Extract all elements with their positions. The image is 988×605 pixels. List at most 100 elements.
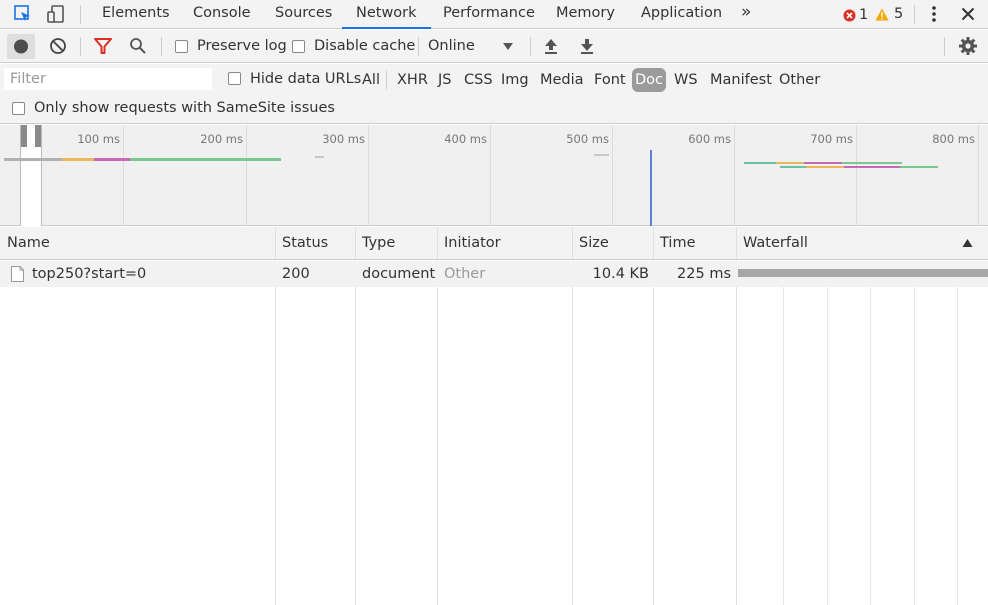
sort-ascending-icon[interactable] bbox=[962, 238, 973, 248]
overview-request-bar bbox=[315, 156, 324, 158]
request-status: 200 bbox=[282, 266, 310, 282]
overview-gridline bbox=[978, 125, 979, 226]
type-filter-ws[interactable]: WS bbox=[671, 68, 701, 92]
error-counter[interactable]: 1 bbox=[843, 7, 868, 23]
document-file-icon bbox=[11, 266, 24, 282]
waterfall-gridline bbox=[870, 261, 871, 605]
type-filter-manifest[interactable]: Manifest bbox=[707, 68, 775, 92]
column-header-time[interactable]: Time bbox=[653, 227, 696, 260]
clear-icon[interactable] bbox=[47, 36, 69, 56]
overview-request-bar bbox=[744, 162, 776, 164]
selection-left-handle[interactable] bbox=[21, 125, 27, 147]
column-header-size[interactable]: Size bbox=[572, 227, 609, 260]
tab-performance[interactable]: Performance bbox=[443, 0, 535, 29]
gear-icon[interactable] bbox=[957, 36, 979, 56]
overview-tick-label: 400 ms bbox=[444, 132, 487, 146]
type-filter-font[interactable]: Font bbox=[591, 68, 629, 92]
export-har-icon[interactable] bbox=[576, 36, 598, 56]
separator bbox=[914, 5, 915, 24]
column-header-type[interactable]: Type bbox=[355, 227, 395, 260]
separator bbox=[161, 37, 162, 56]
disable-cache-label[interactable]: Disable cache bbox=[314, 38, 415, 54]
tab-elements[interactable]: Elements bbox=[102, 0, 170, 29]
warning-counter[interactable]: 5 bbox=[875, 6, 903, 22]
type-filter-other[interactable]: Other bbox=[776, 68, 823, 92]
error-icon bbox=[843, 9, 856, 21]
column-header-name[interactable]: Name bbox=[0, 227, 50, 260]
preserve-log-checkbox[interactable] bbox=[175, 40, 188, 53]
separator bbox=[80, 5, 81, 24]
warning-count: 5 bbox=[894, 6, 904, 22]
separator bbox=[418, 37, 419, 56]
column-header-waterfall[interactable]: Waterfall bbox=[736, 227, 808, 260]
overview-tick-label: 500 ms bbox=[566, 132, 609, 146]
search-icon[interactable] bbox=[127, 36, 149, 56]
record-button[interactable] bbox=[7, 34, 35, 59]
network-toolbar: Preserve log Disable cache Online bbox=[0, 30, 988, 63]
hide-data-urls-label[interactable]: Hide data URLs bbox=[250, 71, 361, 87]
hide-data-urls-checkbox[interactable] bbox=[228, 72, 241, 85]
more-tabs-button[interactable]: » bbox=[741, 0, 751, 29]
request-name[interactable]: top250?start=0 bbox=[32, 261, 146, 287]
overview-tick-label: 800 ms bbox=[932, 132, 975, 146]
waterfall-gridline bbox=[957, 261, 958, 605]
overview-gridline bbox=[490, 125, 491, 226]
overview-request-bar bbox=[594, 154, 609, 156]
overview-tick-label: 600 ms bbox=[688, 132, 731, 146]
overview-request-bar bbox=[130, 158, 281, 161]
waterfall-gridline bbox=[914, 261, 915, 605]
overview-request-bar bbox=[776, 162, 804, 164]
tab-application[interactable]: Application bbox=[641, 0, 722, 29]
table-header: Name Status Type Initiator Size Time Wat… bbox=[0, 227, 988, 260]
network-overview[interactable]: 100 ms 200 ms 300 ms 400 ms 500 ms 600 m… bbox=[0, 125, 988, 226]
filter-icon[interactable] bbox=[92, 36, 114, 56]
type-filter-all[interactable]: All bbox=[359, 68, 383, 92]
kebab-menu-icon[interactable] bbox=[923, 4, 945, 24]
type-filter-doc[interactable]: Doc bbox=[632, 68, 667, 92]
close-icon[interactable] bbox=[957, 4, 979, 24]
overview-gridline bbox=[123, 125, 124, 226]
inspect-element-icon[interactable] bbox=[12, 4, 34, 24]
waterfall-bar[interactable] bbox=[738, 269, 988, 277]
devtools-tab-bar: Elements Console Sources Network Perform… bbox=[0, 0, 988, 29]
type-filter-xhr[interactable]: XHR bbox=[394, 68, 431, 92]
filter-input[interactable] bbox=[4, 68, 212, 90]
type-filter-media[interactable]: Media bbox=[537, 68, 587, 92]
tab-console[interactable]: Console bbox=[193, 0, 251, 29]
filter-bar: Hide data URLs All XHR JS CSS Img Media … bbox=[0, 64, 988, 124]
type-filter-css[interactable]: CSS bbox=[461, 68, 496, 92]
separator bbox=[944, 37, 945, 56]
column-header-status[interactable]: Status bbox=[275, 227, 328, 260]
selection-right-handle[interactable] bbox=[35, 125, 41, 147]
type-filter-js[interactable]: JS bbox=[435, 68, 454, 92]
disable-cache-checkbox[interactable] bbox=[292, 40, 305, 53]
overview-tick-label: 200 ms bbox=[200, 132, 243, 146]
tab-memory[interactable]: Memory bbox=[556, 0, 615, 29]
tab-network[interactable]: Network bbox=[342, 0, 431, 29]
overview-request-bar bbox=[4, 158, 64, 161]
chevron-down-icon bbox=[503, 43, 513, 50]
overview-request-bar bbox=[806, 166, 844, 168]
throttling-value: Online bbox=[428, 38, 475, 54]
overview-request-bar bbox=[804, 162, 842, 164]
request-type: document bbox=[362, 266, 436, 282]
tab-sources[interactable]: Sources bbox=[275, 0, 332, 29]
type-filter-img[interactable]: Img bbox=[498, 68, 532, 92]
table-row[interactable]: top250?start=0 200 document Other 10.4 K… bbox=[0, 261, 988, 287]
overview-tick-label: 700 ms bbox=[810, 132, 853, 146]
overview-gridline bbox=[368, 125, 369, 226]
import-har-icon[interactable] bbox=[540, 36, 562, 56]
samesite-checkbox[interactable] bbox=[12, 102, 25, 115]
column-header-initiator[interactable]: Initiator bbox=[437, 227, 501, 260]
preserve-log-label[interactable]: Preserve log bbox=[197, 38, 287, 54]
throttling-select[interactable]: Online bbox=[424, 34, 520, 59]
separator bbox=[530, 37, 531, 56]
overview-request-bar bbox=[844, 166, 900, 168]
overview-gridline bbox=[856, 125, 857, 226]
overview-gridline bbox=[246, 125, 247, 226]
load-event-marker bbox=[650, 150, 652, 226]
requests-table: Name Status Type Initiator Size Time Wat… bbox=[0, 227, 988, 605]
separator bbox=[386, 71, 387, 89]
samesite-label[interactable]: Only show requests with SameSite issues bbox=[34, 100, 335, 116]
device-toolbar-icon[interactable] bbox=[45, 4, 67, 24]
